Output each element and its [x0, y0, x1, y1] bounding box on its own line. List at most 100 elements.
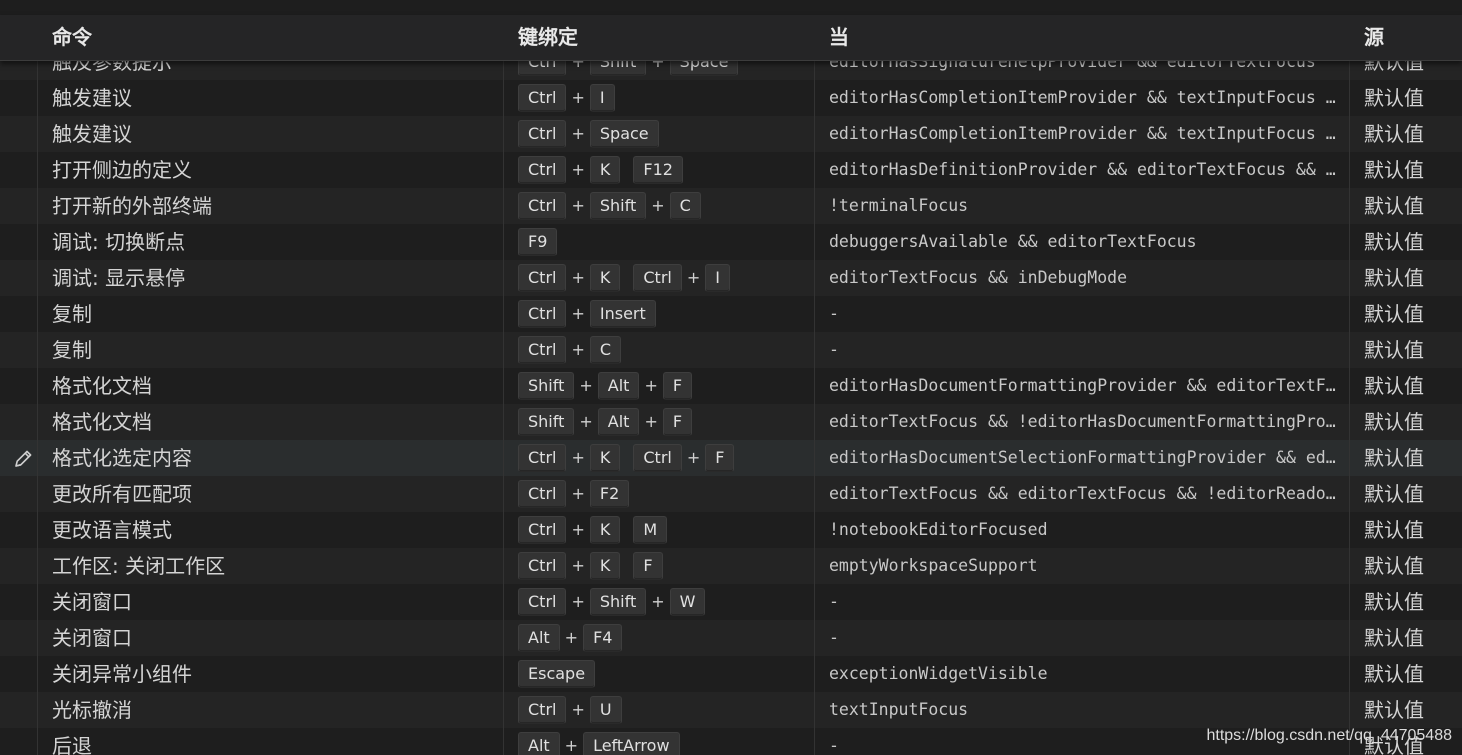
edit-cell — [0, 584, 45, 620]
key-chord: Ctrl + Shift + W — [518, 584, 706, 620]
key-separator: + — [571, 520, 585, 539]
when-clause: - — [829, 592, 839, 611]
table-row[interactable]: 打开侧边的定义 Ctrl + K F12 editorHasDefinitionProvi… — [0, 152, 1462, 188]
source-label: 默认值 — [1364, 338, 1424, 362]
table-row[interactable]: 复制 Ctrl + C - 默认值 — [0, 332, 1462, 368]
keycap: Insert — [589, 300, 656, 328]
keycap: F9 — [518, 228, 558, 256]
key-chord: Ctrl + K — [518, 512, 621, 548]
keybinding-cell[interactable]: Ctrl + I — [518, 80, 808, 116]
command-label: 复制 — [52, 338, 92, 362]
keycap: Alt — [518, 732, 560, 755]
key-chord: M — [633, 516, 668, 544]
keycap: F — [662, 372, 693, 400]
keybinding-cell[interactable]: Ctrl + Shift + W — [518, 584, 808, 620]
edit-cell — [0, 656, 45, 692]
keybinding-cell[interactable]: Shift + Alt + F — [518, 404, 808, 440]
keybinding-cell[interactable]: Ctrl + C — [518, 332, 808, 368]
table-row[interactable]: 更改语言模式 Ctrl + K M !notebookEditorFocused 默认值 — [0, 512, 1462, 548]
edit-cell — [0, 548, 45, 584]
source-label: 默认值 — [1364, 518, 1424, 542]
edit-cell — [0, 188, 45, 224]
keybinding-cell[interactable]: Ctrl + K Ctrl + I — [518, 260, 808, 296]
table-row[interactable]: 格式化文档 Shift + Alt + FeditorHasDocumentFormatt… — [0, 368, 1462, 404]
keyboard-shortcuts-editor: 命令 键绑定 当 源 触及参数提示 Ctrl + Shift + Space editorH… — [0, 0, 1462, 755]
keybindings-table: 触及参数提示 Ctrl + Shift + Space editorHasSignature… — [0, 44, 1462, 755]
source-label: 默认值 — [1364, 374, 1424, 398]
key-chord: Ctrl + F2 — [518, 476, 630, 512]
table-row[interactable]: 打开新的外部终端 Ctrl + Shift + C !terminalFocus 默认值 — [0, 188, 1462, 224]
key-separator: + — [571, 592, 585, 611]
key-separator: + — [571, 160, 585, 179]
watermark: https://blog.csdn.net/qq_44705488 — [1206, 727, 1452, 744]
key-chord: Ctrl + K — [518, 440, 621, 476]
keycap: Ctrl — [633, 264, 682, 292]
keybinding-cell[interactable]: Ctrl + K F — [518, 548, 808, 584]
key-separator: + — [571, 88, 585, 107]
column-divider — [814, 60, 815, 755]
key-chord: Ctrl + Space — [518, 116, 659, 152]
keybinding-cell[interactable]: Ctrl + K Ctrl + F — [518, 440, 808, 476]
table-row[interactable]: 调试: 显示悬停 Ctrl + K Ctrl + IeditorTextFocus && i… — [0, 260, 1462, 296]
table-row[interactable]: 格式化文档 Shift + Alt + FeditorTextFocus && !edit… — [0, 404, 1462, 440]
key-chord: Ctrl + U — [518, 692, 622, 728]
column-header-source[interactable]: 源 — [1364, 15, 1384, 60]
keycap: F — [633, 552, 663, 580]
keybinding-cell[interactable]: Ctrl + Shift + C — [518, 188, 808, 224]
edit-cell — [0, 260, 45, 296]
when-clause: editorHasDocumentSelectionFormattingProv… — [829, 448, 1341, 467]
keybinding-cell[interactable]: Ctrl + F2 — [518, 476, 808, 512]
keybinding-cell[interactable]: Escape — [518, 656, 808, 692]
source-label: 默认值 — [1364, 122, 1424, 146]
command-label: 更改所有匹配项 — [52, 482, 192, 506]
keycap: C — [669, 192, 701, 220]
keybinding-cell[interactable]: Ctrl + K F12 — [518, 152, 808, 188]
keycap: Ctrl — [518, 516, 567, 544]
edit-cell — [0, 296, 45, 332]
when-clause: editorHasCompletionItemProvider && textI… — [829, 88, 1341, 107]
table-row[interactable]: 工作区: 关闭工作区 Ctrl + K FemptyWorkspaceSupport 默认… — [0, 548, 1462, 584]
edit-cell — [0, 116, 45, 152]
source-label: 默认值 — [1364, 446, 1424, 470]
source-label: 默认值 — [1364, 410, 1424, 434]
pencil-icon[interactable] — [12, 447, 34, 469]
keycap: Alt — [518, 624, 560, 652]
keybinding-cell[interactable]: Alt + LeftArrow — [518, 728, 808, 755]
table-row[interactable]: 光标撤消 Ctrl + UtextInputFocus 默认值 — [0, 692, 1462, 728]
keybinding-cell[interactable]: Ctrl + U — [518, 692, 808, 728]
keybinding-cell[interactable]: Ctrl + Space — [518, 116, 808, 152]
key-chord: Escape — [518, 660, 596, 688]
column-header-keybinding[interactable]: 键绑定 — [518, 15, 578, 60]
column-header-command[interactable]: 命令 — [52, 15, 92, 60]
table-row[interactable]: 关闭窗口 Alt + F4 - 默认值 — [0, 620, 1462, 656]
keycap: Ctrl — [518, 696, 567, 724]
keybinding-cell[interactable]: Ctrl + K M — [518, 512, 808, 548]
key-chord: F — [633, 552, 663, 580]
command-label: 关闭窗口 — [52, 590, 132, 614]
table-row[interactable]: 更改所有匹配项 Ctrl + F2 editorTextFocus && editorT… — [0, 476, 1462, 512]
column-header-when[interactable]: 当 — [829, 15, 849, 60]
source-label: 默认值 — [1364, 194, 1424, 218]
edit-cell — [0, 404, 45, 440]
table-row[interactable]: 关闭窗口 Ctrl + Shift + W - 默认值 — [0, 584, 1462, 620]
source-label: 默认值 — [1364, 698, 1424, 722]
keycap: Alt — [597, 372, 640, 400]
source-label: 默认值 — [1364, 590, 1424, 614]
table-row[interactable]: 格式化选定内容 Ctrl + K Ctrl + F editorHasDocumentSele… — [0, 440, 1462, 476]
keybinding-cell[interactable]: F9 — [518, 224, 808, 260]
table-row[interactable]: 复制 Ctrl + Insert - 默认值 — [0, 296, 1462, 332]
table-row[interactable]: 关闭异常小组件 Escape exceptionWidgetVisible 默认值 — [0, 656, 1462, 692]
keybinding-cell[interactable]: Ctrl + Insert — [518, 296, 808, 332]
keycap: Ctrl — [518, 120, 567, 148]
edit-cell — [0, 620, 45, 656]
key-chord: F12 — [633, 156, 683, 184]
table-row[interactable]: 调试: 切换断点 F9 debuggersAvailable && editorTe… — [0, 224, 1462, 260]
source-label: 默认值 — [1364, 626, 1424, 650]
command-label: 格式化选定内容 — [52, 446, 192, 470]
table-row[interactable]: 触发建议 Ctrl + Space editorHasCompletionItemPro… — [0, 116, 1462, 152]
table-row[interactable]: 触发建议 Ctrl + IeditorHasCompletionItemProvide… — [0, 80, 1462, 116]
keybinding-cell[interactable]: Shift + Alt + F — [518, 368, 808, 404]
when-clause: editorHasCompletionItemProvider && textI… — [829, 124, 1341, 143]
when-clause: emptyWorkspaceSupport — [829, 556, 1038, 575]
keybinding-cell[interactable]: Alt + F4 — [518, 620, 808, 656]
